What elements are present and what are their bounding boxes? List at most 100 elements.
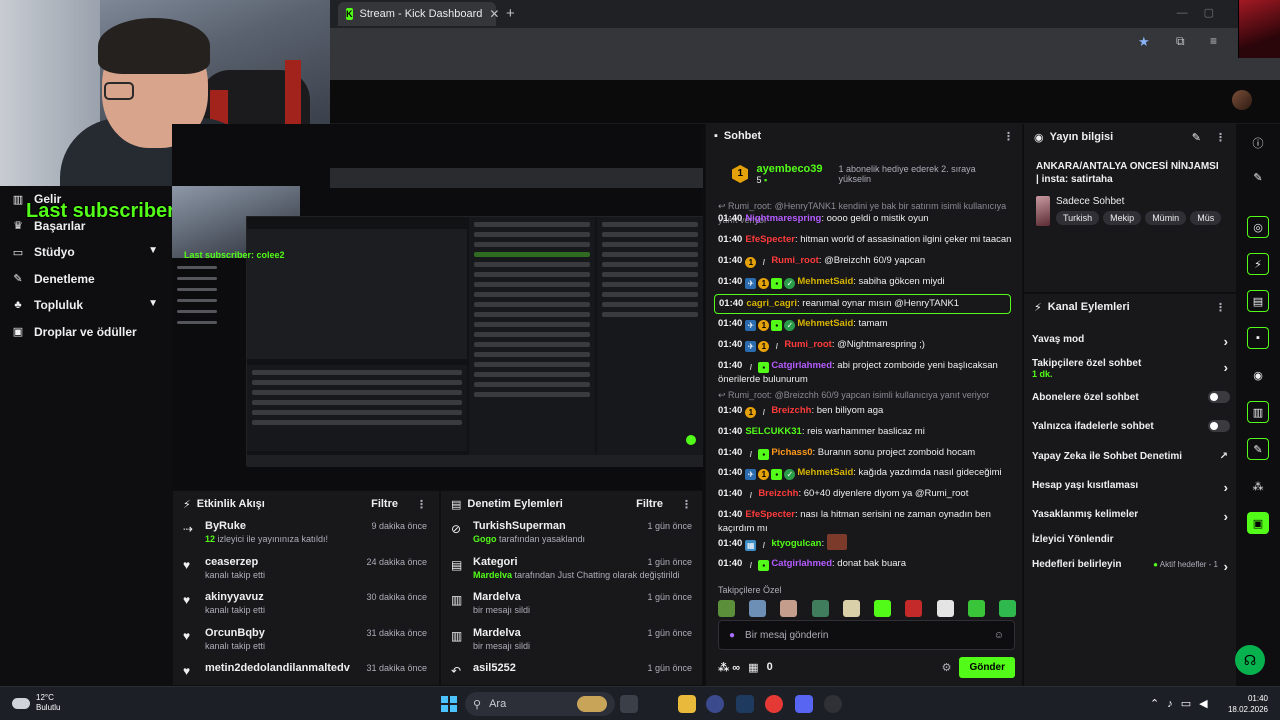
list-item[interactable]: ♥ OrcunBqby kanalı takip etti 31 dakika önc… <box>173 624 437 660</box>
emote-icon[interactable] <box>874 600 892 617</box>
send-button[interactable]: Gönder <box>959 656 1015 678</box>
emote-icon[interactable] <box>967 600 985 617</box>
message-user[interactable]: MehmetSaid <box>797 276 853 287</box>
settings-gear-icon[interactable]: ⚙ <box>942 661 952 674</box>
message-user[interactable]: Rumi_root <box>771 255 819 266</box>
channel-action-4[interactable]: Yapay Zeka ile Sohbet Denetimi ↗ <box>1032 451 1232 462</box>
message-user[interactable]: Catgirlahmed <box>771 360 832 371</box>
chat-icon[interactable]: ▪ <box>1247 327 1269 349</box>
steam-icon[interactable] <box>736 695 754 713</box>
tag-chip[interactable]: Müs <box>1190 211 1222 225</box>
edit-icon[interactable]: ✎ <box>1192 131 1201 144</box>
info-icon[interactable]: ⓘ <box>1247 132 1269 154</box>
emote-icon[interactable] <box>842 600 860 617</box>
message-user[interactable]: Nightmarespring <box>745 213 821 224</box>
chat-message[interactable]: 01:40 ✈ 1 ▪ ✓ MehmetSaid: tamam <box>718 317 1014 331</box>
message-user[interactable]: MehmetSaid <box>797 318 853 329</box>
bookmark-star-icon[interactable]: ★ <box>1138 34 1150 50</box>
browser-tab[interactable]: K Stream - Kick Dashboard ✕ <box>338 2 499 26</box>
emote-icon[interactable] <box>780 600 798 617</box>
emote-icon[interactable] <box>749 600 767 617</box>
document-icon[interactable]: ▤ <box>1247 290 1269 312</box>
list-item[interactable]: ⇢ ByRuke 12 izleyici ile yayınınıza katıld… <box>173 517 437 553</box>
window-controls[interactable]: —▢ <box>1177 6 1230 19</box>
tag-chip[interactable]: Mekip <box>1103 211 1142 225</box>
file-explorer-icon[interactable] <box>678 695 696 713</box>
message-user[interactable]: Breizchh <box>771 405 811 416</box>
message-user[interactable]: EfeSpecter <box>745 509 795 520</box>
tag-chip[interactable]: Mümin <box>1145 211 1187 225</box>
chat-message[interactable]: 01:40 / ▪ Catgirlahmed: donat bak buara <box>718 557 1014 571</box>
activity-filter-button[interactable]: Filtre <box>371 498 398 510</box>
channel-action-6[interactable]: Yasaklanmış kelimeler › <box>1032 509 1232 524</box>
chat-message[interactable]: 01:40 cagri_cagri: reanımal oynar mısın @… <box>714 294 1011 314</box>
broadcast-icon[interactable]: ◉ <box>1247 364 1269 386</box>
chat-message[interactable]: 01:40 ✈ 1 ▪ ✓ MehmetSaid: kağıda yazdımda nas… <box>718 466 1014 480</box>
task-view-icon[interactable] <box>620 695 638 713</box>
emote-icon[interactable] <box>998 600 1016 617</box>
more-options-icon[interactable]: ⋮ <box>416 498 427 511</box>
channel-action-3[interactable]: Yalnızca ifadelerle sohbet <box>1032 420 1232 432</box>
message-user[interactable]: Catgirlahmed <box>771 558 832 569</box>
channel-action-7[interactable]: İzleyici Yönlendir <box>1032 534 1232 545</box>
chat-input[interactable]: ● Bir mesaj gönderin ☺ <box>718 620 1015 650</box>
message-user[interactable]: ktyogulcan <box>771 538 821 549</box>
sidebar-item-denetleme[interactable]: ✎ Denetleme <box>0 266 172 293</box>
message-user[interactable]: Breizchh <box>758 488 798 499</box>
chat-message[interactable]: 01:40 1 / Rumi_root: @Breizchh 60/9 yapcan <box>718 254 1014 268</box>
edit-icon[interactable]: ✎ <box>1247 166 1269 188</box>
channel-action-2[interactable]: Abonelere özel sohbet <box>1032 391 1232 403</box>
chat-message[interactable]: 01:40/▪ Catgirlahmed: abi project zomboid… <box>718 359 1014 387</box>
app-icon[interactable] <box>706 695 724 713</box>
obs-icon[interactable] <box>824 695 842 713</box>
lightning-icon[interactable]: ⚡ <box>1247 253 1269 275</box>
media-icon[interactable]: ≡ <box>1210 34 1217 48</box>
list-item[interactable]: ▥ Mardelva bir mesajı sildi 1 gün önce <box>441 588 702 624</box>
chevron-right-icon[interactable]: › <box>1224 480 1228 495</box>
app-icon[interactable]: ▣ <box>1247 512 1269 534</box>
close-tab-icon[interactable]: ✕ <box>489 7 499 21</box>
windows-start-icon[interactable] <box>441 696 457 712</box>
sidebar-item-droplar[interactable]: ▣ Droplar ve ödüller <box>0 319 172 346</box>
toggle-switch[interactable] <box>1208 420 1230 432</box>
chrome-icon[interactable] <box>765 695 783 713</box>
chat-message[interactable]: 01:40 ✈ 1 / Rumi_root: @Nightmarespring ;) <box>718 338 1014 352</box>
weather-widget[interactable]: 12°C Bulutlu <box>12 693 60 713</box>
emoji-icon[interactable]: ☺ <box>994 630 1004 641</box>
user-avatar[interactable] <box>1232 90 1252 110</box>
microphone-icon[interactable]: ● <box>729 630 735 641</box>
sidebar-item-topluluk[interactable]: ♣ Topluluk ▼ <box>0 292 172 319</box>
message-user[interactable]: EfeSpecter <box>745 234 795 245</box>
wrench-icon[interactable]: ✎ <box>1247 438 1269 460</box>
channel-action-8[interactable]: Hedefleri belirleyin ● Aktif hedefler - 1… <box>1032 559 1232 574</box>
external-link-icon[interactable]: ↗ <box>1220 451 1228 462</box>
sidebar-item-studyo[interactable]: ▭ Stüdyo ▼ <box>0 239 172 266</box>
chevron-right-icon[interactable]: › <box>1224 360 1228 375</box>
chevron-right-icon[interactable]: › <box>1224 559 1228 574</box>
list-item[interactable]: ⊘ TurkishSuperman Gogo tarafından yasaklan… <box>441 517 702 553</box>
list-item[interactable]: ♥ ceaserzep kanalı takip etti 24 dakika önc… <box>173 553 437 589</box>
community-icon[interactable]: ⁂ ∞ <box>718 661 740 674</box>
pinned-leaderboard[interactable]: 1 ayembeco39 5 ▪ 1 abonelik hediye edere… <box>706 148 1022 200</box>
mod-filter-button[interactable]: Filtre <box>636 498 663 510</box>
emote-icon[interactable] <box>905 600 923 617</box>
more-options-icon[interactable]: ⋮ <box>681 498 692 511</box>
more-options-icon[interactable]: ⋮ <box>1215 131 1226 144</box>
chat-message[interactable]: 01:40 / Breizchh: 60+40 diyenlere diyom ya… <box>718 487 1014 501</box>
message-user[interactable]: SELCUKK31 <box>745 426 802 437</box>
chat-message[interactable]: 01:40 EfeSpecter: nası la hitman serisini… <box>718 508 1014 535</box>
chat-message[interactable]: 01:40 EfeSpecter: hitman world of assasin… <box>718 233 1014 247</box>
message-user[interactable]: Pichass0 <box>771 447 812 458</box>
channel-action-1[interactable]: Takipçilere özel sohbet 1 dk. › <box>1032 358 1232 379</box>
chat-message[interactable]: 01:40 / ▪ Pichass0: Buranın sonu project zo… <box>718 446 1014 460</box>
toggle-switch[interactable] <box>1208 391 1230 403</box>
emote-icon[interactable] <box>936 600 954 617</box>
stream-preview[interactable]: Last subscriber: colee2 <box>172 124 703 490</box>
channel-action-5[interactable]: Hesap yaşı kısıtlaması › <box>1032 480 1232 495</box>
channel-action-0[interactable]: Yavaş mod › <box>1032 334 1232 349</box>
list-item[interactable]: ▤ Kategori Mardelva tarafından Just Chatti… <box>441 553 702 589</box>
taskbar-search[interactable]: ⚲ Ara <box>465 692 615 716</box>
tag-chip[interactable]: Turkish <box>1056 211 1100 225</box>
taskbar-clock[interactable]: 01:40 18.02.2026 <box>1228 693 1268 715</box>
system-tray[interactable]: ⌃♪▭◀ <box>1150 697 1216 710</box>
